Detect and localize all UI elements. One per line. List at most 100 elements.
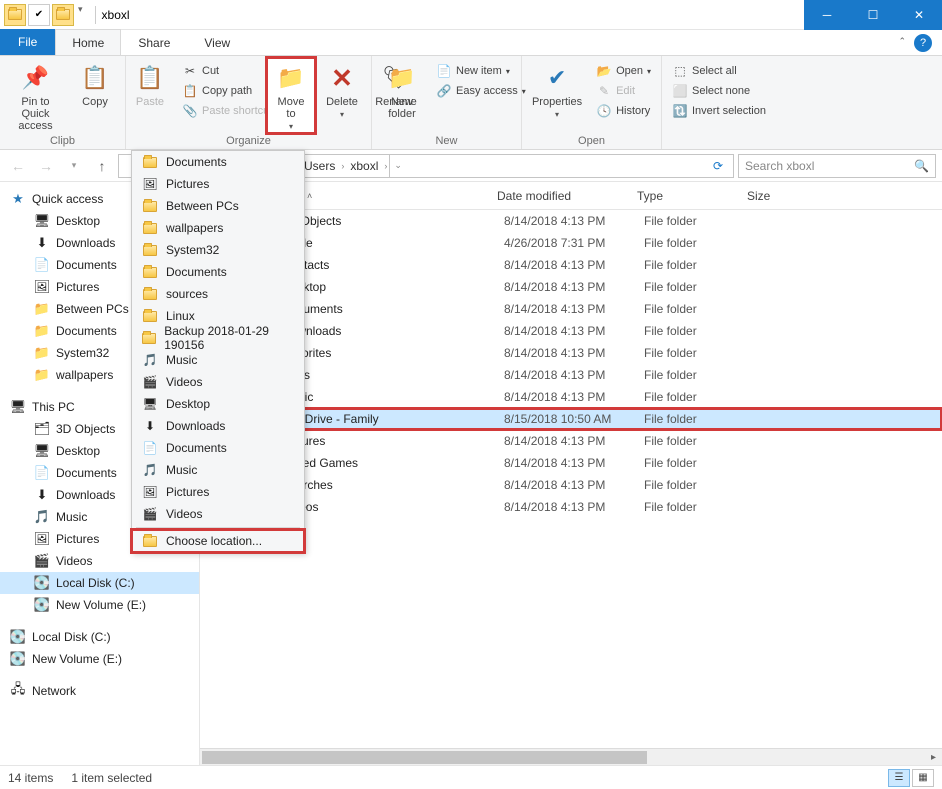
- column-date[interactable]: Date modified: [489, 189, 629, 203]
- easy-access-button[interactable]: 🔗Easy access ▾: [432, 82, 530, 100]
- dropdown-item[interactable]: ⬇Downloads: [132, 415, 304, 437]
- minimize-button[interactable]: ─: [804, 0, 850, 30]
- copy-button[interactable]: 📋 Copy: [71, 60, 119, 134]
- close-button[interactable]: ✕: [896, 0, 942, 30]
- file-row[interactable]: Apple4/26/2018 7:31 PMFile folder: [200, 232, 942, 254]
- pin-quick-access-button[interactable]: 📌 Pin to Quick access: [6, 60, 65, 134]
- view-large-button[interactable]: ▦: [912, 769, 934, 787]
- delete-button[interactable]: ✕ Delete ▾: [318, 60, 366, 133]
- file-row[interactable]: 📄Documents8/14/2018 4:13 PMFile folder: [200, 298, 942, 320]
- select-none-button[interactable]: ⬜Select none: [668, 82, 786, 100]
- dropdown-item[interactable]: 🎵Music: [132, 349, 304, 371]
- tab-file[interactable]: File: [0, 29, 55, 55]
- open-button[interactable]: 📂Open ▾: [592, 62, 655, 80]
- dropdown-item[interactable]: 🎬Videos: [132, 371, 304, 393]
- ribbon-collapse-icon[interactable]: ⌃: [898, 36, 906, 47]
- file-row[interactable]: OneDrive - Family8/15/2018 10:50 AMFile …: [200, 408, 942, 430]
- file-row[interactable]: 🖼Pictures8/14/2018 4:13 PMFile folder: [200, 430, 942, 452]
- paste-icon: 📋: [134, 62, 166, 94]
- file-name: OneDrive - Family: [280, 412, 504, 426]
- select-all-button[interactable]: ⬚Select all: [668, 62, 786, 80]
- column-type[interactable]: Type: [629, 189, 739, 203]
- file-row[interactable]: 🗂3D Objects8/14/2018 4:13 PMFile folder: [200, 210, 942, 232]
- nav-pc-item[interactable]: 💽New Volume (E:): [0, 594, 199, 616]
- dropdown-item[interactable]: Between PCs: [132, 195, 304, 217]
- properties-button[interactable]: ✔ Properties ▾: [528, 60, 586, 121]
- dropdown-item[interactable]: System32: [132, 239, 304, 261]
- file-type: File folder: [644, 390, 754, 404]
- nav-network[interactable]: 🖧Network: [0, 680, 199, 702]
- file-date: 4/26/2018 7:31 PM: [504, 236, 644, 250]
- maximize-button[interactable]: ☐: [850, 0, 896, 30]
- nav-pc-item[interactable]: 💽Local Disk (C:): [0, 572, 199, 594]
- file-date: 8/14/2018 4:13 PM: [504, 478, 644, 492]
- file-type: File folder: [644, 412, 754, 426]
- dropdown-item[interactable]: Documents: [132, 261, 304, 283]
- file-row[interactable]: 🖥Desktop8/14/2018 4:13 PMFile folder: [200, 276, 942, 298]
- dropdown-item[interactable]: 🎵Music: [132, 459, 304, 481]
- dropdown-item[interactable]: 🎬Videos: [132, 503, 304, 525]
- dropdown-item[interactable]: 📄Documents: [132, 437, 304, 459]
- file-row[interactable]: ⬇Downloads8/14/2018 4:13 PMFile folder: [200, 320, 942, 342]
- cut-button[interactable]: ✂Cut: [178, 62, 276, 80]
- tab-home[interactable]: Home: [55, 29, 121, 55]
- dropdown-item[interactable]: Backup 2018-01-29 190156: [132, 327, 304, 349]
- up-button[interactable]: ↑: [90, 154, 114, 178]
- tab-share[interactable]: Share: [121, 29, 187, 55]
- nav-item-icon: 🎬: [34, 553, 50, 569]
- back-button[interactable]: ←: [6, 154, 30, 178]
- copy-path-button[interactable]: 📋Copy path: [178, 82, 276, 100]
- dropdown-item[interactable]: 🖼Pictures: [132, 173, 304, 195]
- view-details-button[interactable]: ☰: [888, 769, 910, 787]
- tab-view[interactable]: View: [187, 29, 247, 55]
- pc-icon: 🖥: [10, 399, 26, 415]
- folder-icon: 📄: [142, 440, 158, 456]
- qat-dropdown-icon[interactable]: ▾: [76, 4, 85, 26]
- file-row[interactable]: 🎬Videos8/14/2018 4:13 PMFile folder: [200, 496, 942, 518]
- history-button[interactable]: 🕓History: [592, 102, 655, 120]
- horizontal-scrollbar[interactable]: ◂ ▸: [200, 748, 942, 765]
- qat-folder-icon[interactable]: [52, 4, 74, 26]
- dropdown-item[interactable]: wallpapers: [132, 217, 304, 239]
- dropdown-choose-location[interactable]: Choose location...: [132, 530, 304, 552]
- nav-item-icon: 🖥: [34, 443, 50, 459]
- folder-icon: [142, 154, 158, 170]
- file-row[interactable]: 👤Contacts8/14/2018 4:13 PMFile folder: [200, 254, 942, 276]
- scroll-thumb[interactable]: [202, 751, 647, 764]
- file-type: File folder: [644, 434, 754, 448]
- invert-selection-button[interactable]: 🔃Invert selection: [668, 102, 786, 120]
- file-type: File folder: [644, 456, 754, 470]
- dropdown-item[interactable]: 🖥Desktop: [132, 393, 304, 415]
- dropdown-item[interactable]: sources: [132, 283, 304, 305]
- refresh-button[interactable]: ⟳: [707, 159, 729, 173]
- recent-dropdown[interactable]: ▾: [62, 154, 86, 178]
- search-box[interactable]: Search xboxl 🔍: [738, 154, 936, 178]
- file-row[interactable]: 🔗Links8/14/2018 4:13 PMFile folder: [200, 364, 942, 386]
- help-button[interactable]: ?: [914, 34, 932, 52]
- edit-icon: ✎: [596, 83, 612, 99]
- move-to-button[interactable]: 📁 Move to ▾: [267, 58, 315, 133]
- breadcrumb-xboxl[interactable]: xboxl: [346, 159, 382, 173]
- new-folder-button[interactable]: 📁 New folder: [378, 60, 426, 122]
- column-size[interactable]: Size: [739, 189, 799, 203]
- folder-icon: ⬇: [142, 418, 158, 434]
- file-row[interactable]: 🔍Searches8/14/2018 4:13 PMFile folder: [200, 474, 942, 496]
- qat-checkbox-icon[interactable]: ✔: [28, 4, 50, 26]
- sort-asc-icon: ˄: [307, 191, 312, 201]
- nav-drive-item[interactable]: 💽Local Disk (C:): [0, 626, 199, 648]
- nav-drive-item[interactable]: 💽New Volume (E:): [0, 648, 199, 670]
- scroll-right-icon[interactable]: ▸: [925, 749, 942, 765]
- nav-pc-item[interactable]: 🎬Videos: [0, 550, 199, 572]
- new-folder-icon: 📁: [386, 62, 418, 94]
- address-dropdown-icon[interactable]: ⌄: [389, 155, 406, 177]
- new-item-button[interactable]: 📄New item ▾: [432, 62, 530, 80]
- qat-explorer-icon[interactable]: [4, 4, 26, 26]
- file-row[interactable]: ⭐Favorites8/14/2018 4:13 PMFile folder: [200, 342, 942, 364]
- breadcrumb-users[interactable]: Users: [300, 159, 339, 173]
- dropdown-item[interactable]: Documents: [132, 151, 304, 173]
- dropdown-item[interactable]: 🖼Pictures: [132, 481, 304, 503]
- file-row[interactable]: 🎵Music8/14/2018 4:13 PMFile folder: [200, 386, 942, 408]
- file-list[interactable]: 🗂3D Objects8/14/2018 4:13 PMFile folderA…: [200, 210, 942, 765]
- forward-button[interactable]: →: [34, 154, 58, 178]
- file-row[interactable]: 🎮Saved Games8/14/2018 4:13 PMFile folder: [200, 452, 942, 474]
